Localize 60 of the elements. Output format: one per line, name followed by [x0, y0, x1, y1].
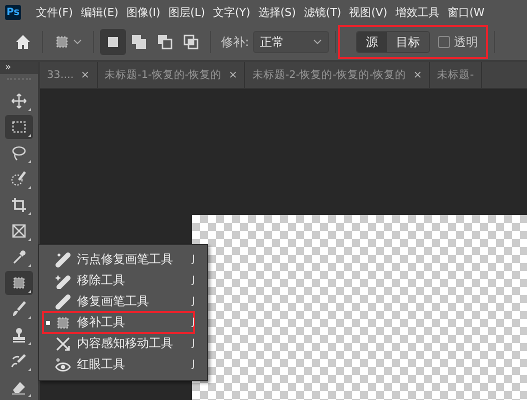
- add-to-selection-icon: [131, 34, 147, 50]
- selection-mode-button[interactable]: [100, 29, 126, 55]
- quick-selection-icon: [11, 171, 27, 187]
- home-icon: [15, 34, 31, 50]
- patch-icon: [55, 314, 71, 330]
- patch-icon: [11, 275, 27, 291]
- menu-item[interactable]: 滤镜(T): [300, 4, 346, 20]
- close-icon[interactable]: ×: [80, 69, 90, 81]
- tool-button[interactable]: [5, 271, 33, 295]
- lasso-icon: [11, 145, 27, 161]
- menu-item[interactable]: 图层(L): [164, 4, 210, 20]
- crossed-arrows-icon: [55, 336, 71, 352]
- menu-item[interactable]: 文件(F): [32, 4, 77, 20]
- patch-icon: [54, 34, 70, 50]
- document-tab[interactable]: 未标题-1-恢复的-恢复的 ×: [98, 62, 246, 88]
- close-icon[interactable]: ×: [228, 69, 238, 81]
- flyout-menu-item[interactable]: 移除工具 J: [41, 271, 205, 290]
- menu-item[interactable]: 视图(V): [345, 4, 392, 20]
- flyout-menu-item[interactable]: 内容感知移动工具 J: [41, 334, 205, 353]
- menu-item[interactable]: 增效工具: [391, 4, 444, 20]
- transparent-checkbox[interactable]: [438, 36, 450, 48]
- flyout-menu-item[interactable]: 污点修复画笔工具 J: [41, 250, 205, 269]
- patch-source-toggle[interactable]: 目标: [387, 32, 430, 52]
- bandage-icon: [55, 252, 71, 268]
- intersect-selection-icon: [183, 34, 199, 50]
- frame-icon: [11, 223, 27, 239]
- chevron-icon: [73, 39, 82, 45]
- marquee-icon: [11, 119, 27, 135]
- flyout-menu-item[interactable]: 修复画笔工具 J: [41, 292, 205, 311]
- patch-source-toggle[interactable]: 源: [357, 32, 388, 52]
- flyout-menu-item[interactable]: 红眼工具 J: [41, 355, 205, 374]
- chevron-icon: [313, 39, 322, 45]
- menu-item[interactable]: 窗口(W: [443, 4, 488, 20]
- brush-icon: [11, 301, 27, 317]
- document-tab[interactable]: 33.... ×: [40, 62, 98, 88]
- bandage-icon: [55, 294, 71, 310]
- eyedropper-icon: [11, 249, 27, 265]
- menu-item[interactable]: 选择(S): [254, 4, 300, 20]
- document-tab[interactable]: 未标题-: [430, 62, 482, 88]
- document-tab[interactable]: 未标题-2-恢复的-恢复的-恢复的 ×: [245, 62, 430, 88]
- menu-item[interactable]: 编辑(E): [76, 4, 122, 20]
- bandage-icon: [55, 272, 71, 288]
- eye-icon: [55, 356, 71, 372]
- close-icon[interactable]: ×: [413, 69, 422, 81]
- menu-item[interactable]: 文字(Y): [209, 4, 254, 20]
- history-brush-icon: [11, 353, 27, 369]
- move-icon: [11, 93, 27, 109]
- panel-collapse-toggle[interactable]: »: [5, 62, 12, 73]
- stamp-icon: [11, 327, 27, 343]
- menu-item[interactable]: 图像(I): [122, 4, 164, 20]
- tool-button[interactable]: [5, 115, 33, 139]
- flyout-menu-item[interactable]: 修补工具 J: [44, 313, 205, 332]
- transparent-label: 透明: [454, 34, 478, 50]
- crop-icon: [11, 197, 27, 213]
- subtract-selection-icon: [157, 34, 173, 50]
- eraser-icon: [11, 379, 27, 395]
- patch-label: 修补:: [221, 34, 250, 50]
- patch-mode-dropdown[interactable]: 正常: [253, 31, 330, 53]
- app-logo: Ps: [5, 4, 21, 20]
- new-selection-icon: [105, 34, 121, 50]
